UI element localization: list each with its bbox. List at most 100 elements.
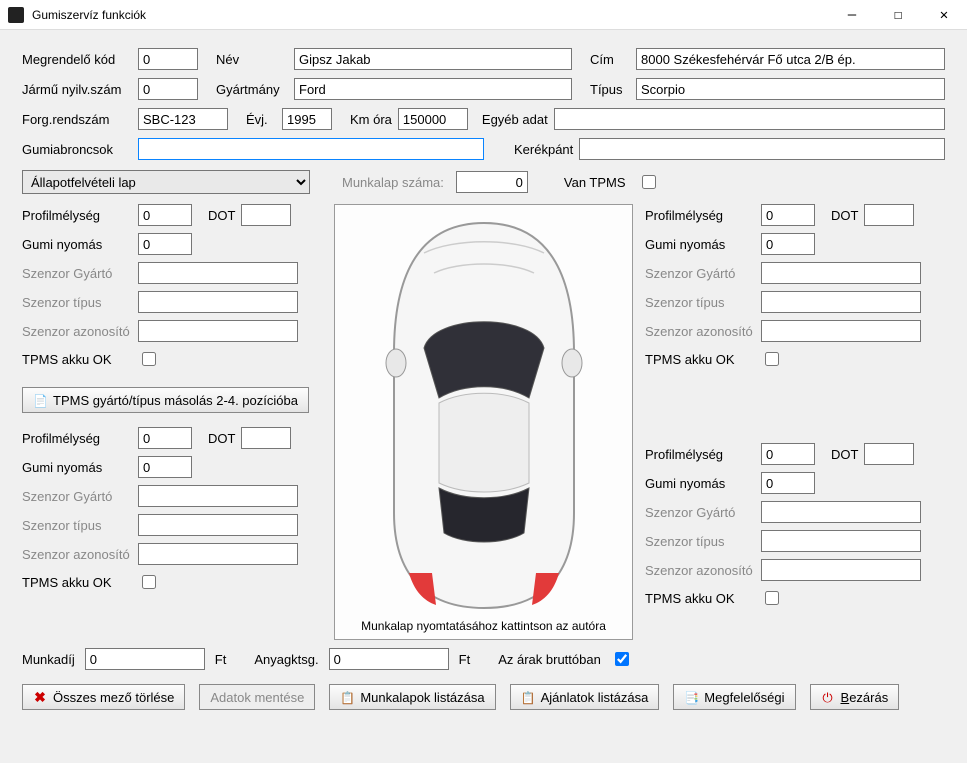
fr-dot-label: DOT bbox=[831, 208, 858, 223]
fl-tread-label: Profilmélység bbox=[22, 208, 132, 223]
vehicle-regno-input[interactable] bbox=[138, 78, 198, 100]
rr-batt-checkbox[interactable] bbox=[765, 591, 779, 605]
type-label: Típus bbox=[590, 82, 630, 97]
order-code-input[interactable] bbox=[138, 48, 198, 70]
app-icon bbox=[8, 7, 24, 23]
fl-batt-checkbox[interactable] bbox=[142, 352, 156, 366]
titlebar: Gumiszervíz funkciók — ☐ ✕ bbox=[0, 0, 967, 30]
form-body: Megrendelő kód Név Cím Jármű nyilv.szám … bbox=[0, 30, 967, 724]
costs-row: Munkadíj Ft Anyagktsg. Ft Az árak bruttó… bbox=[22, 648, 945, 670]
worksheet-no-input[interactable] bbox=[456, 171, 528, 193]
fl-stype-label: Szenzor típus bbox=[22, 295, 132, 310]
fr-smaker-label: Szenzor Gyártó bbox=[645, 266, 755, 281]
order-code-label: Megrendelő kód bbox=[22, 52, 132, 67]
make-input[interactable] bbox=[294, 78, 572, 100]
copy-tpms-button[interactable]: TPMS gyártó/típus másolás 2-4. pozícióba bbox=[22, 387, 309, 413]
fr-batt-checkbox[interactable] bbox=[765, 352, 779, 366]
fl-smaker-input[interactable] bbox=[138, 262, 298, 284]
rl-tread-input[interactable] bbox=[138, 427, 192, 449]
minimize-button[interactable]: — bbox=[829, 0, 875, 30]
fr-sid-input[interactable] bbox=[761, 320, 921, 342]
rr-smaker-input[interactable] bbox=[761, 501, 921, 523]
close-window-button[interactable]: ✕ bbox=[921, 0, 967, 30]
gross-checkbox[interactable] bbox=[615, 652, 629, 666]
list-icon bbox=[521, 690, 535, 704]
rl-sid-input[interactable] bbox=[138, 543, 298, 565]
rl-stype-input[interactable] bbox=[138, 514, 298, 536]
year-input[interactable] bbox=[282, 108, 332, 130]
bottom-button-bar: ✖ Összes mező törlése Adatok mentése Mun… bbox=[22, 684, 945, 710]
sheet-row: Állapotfelvételi lap Munkalap száma: Van… bbox=[22, 170, 945, 194]
rl-batt-label: TPMS akku OK bbox=[22, 575, 132, 590]
left-tire-col: Profilmélység DOT Gumi nyomás Szenzor Gy… bbox=[22, 204, 322, 640]
fr-stype-input[interactable] bbox=[761, 291, 921, 313]
tires-label: Gumiabroncsok bbox=[22, 142, 132, 157]
name-input[interactable] bbox=[294, 48, 572, 70]
rr-pressure-label: Gumi nyomás bbox=[645, 476, 755, 491]
tire-block-fl: Profilmélység DOT Gumi nyomás Szenzor Gy… bbox=[22, 204, 322, 369]
list-offers-button[interactable]: Ajánlatok listázása bbox=[510, 684, 660, 710]
rl-batt-checkbox[interactable] bbox=[142, 575, 156, 589]
km-input[interactable] bbox=[398, 108, 468, 130]
rim-label: Kerékpánt bbox=[514, 142, 573, 157]
compliance-button[interactable]: Megfelelőségi bbox=[673, 684, 795, 710]
material-input[interactable] bbox=[329, 648, 449, 670]
has-tpms-label: Van TPMS bbox=[564, 175, 626, 190]
fr-tread-label: Profilmélység bbox=[645, 208, 755, 223]
rr-tread-input[interactable] bbox=[761, 443, 815, 465]
plate-label: Forg.rendszám bbox=[22, 112, 132, 127]
fl-pressure-input[interactable] bbox=[138, 233, 192, 255]
fl-stype-input[interactable] bbox=[138, 291, 298, 313]
vehicle-regno-label: Jármű nyilv.szám bbox=[22, 82, 132, 97]
rr-pressure-input[interactable] bbox=[761, 472, 815, 494]
save-label: Adatok mentése bbox=[210, 690, 304, 705]
fl-dot-label: DOT bbox=[208, 208, 235, 223]
fr-smaker-input[interactable] bbox=[761, 262, 921, 284]
list-worksheets-button[interactable]: Munkalapok listázása bbox=[329, 684, 495, 710]
fr-pressure-input[interactable] bbox=[761, 233, 815, 255]
rl-pressure-input[interactable] bbox=[138, 456, 192, 478]
rr-tread-label: Profilmélység bbox=[645, 447, 755, 462]
type-input[interactable] bbox=[636, 78, 945, 100]
rr-dot-input[interactable] bbox=[864, 443, 914, 465]
fl-tread-input[interactable] bbox=[138, 204, 192, 226]
fl-dot-input[interactable] bbox=[241, 204, 291, 226]
compliance-label: Megfelelőségi bbox=[704, 690, 784, 705]
fr-stype-label: Szenzor típus bbox=[645, 295, 755, 310]
worksheet-no-label: Munkalap száma: bbox=[342, 175, 444, 190]
car-panel[interactable]: Munkalap nyomtatásához kattintson az aut… bbox=[334, 204, 633, 640]
has-tpms-checkbox[interactable] bbox=[642, 175, 656, 189]
labor-input[interactable] bbox=[85, 648, 205, 670]
list-worksheets-label: Munkalapok listázása bbox=[360, 690, 484, 705]
rr-dot-label: DOT bbox=[831, 447, 858, 462]
tire-quad-area: Profilmélység DOT Gumi nyomás Szenzor Gy… bbox=[22, 204, 945, 640]
rl-dot-label: DOT bbox=[208, 431, 235, 446]
fr-batt-label: TPMS akku OK bbox=[645, 352, 755, 367]
tires-input[interactable] bbox=[138, 138, 484, 160]
maximize-button[interactable]: ☐ bbox=[875, 0, 921, 30]
material-label: Anyagktsg. bbox=[254, 652, 318, 667]
fr-pressure-label: Gumi nyomás bbox=[645, 237, 755, 252]
save-button[interactable]: Adatok mentése bbox=[199, 684, 315, 710]
clear-all-button[interactable]: ✖ Összes mező törlése bbox=[22, 684, 185, 710]
fr-dot-input[interactable] bbox=[864, 204, 914, 226]
rr-sid-input[interactable] bbox=[761, 559, 921, 581]
close-button[interactable]: Bezárás bbox=[810, 684, 900, 710]
fr-sid-label: Szenzor azonosító bbox=[645, 324, 755, 339]
rl-smaker-input[interactable] bbox=[138, 485, 298, 507]
fl-sid-input[interactable] bbox=[138, 320, 298, 342]
list-offers-label: Ajánlatok listázása bbox=[541, 690, 649, 705]
address-input[interactable] bbox=[636, 48, 945, 70]
sheet-select[interactable]: Állapotfelvételi lap bbox=[22, 170, 310, 194]
tire-block-fr: Profilmélység DOT Gumi nyomás Szenzor Gy… bbox=[645, 204, 945, 369]
rl-dot-input[interactable] bbox=[241, 427, 291, 449]
rr-stype-input[interactable] bbox=[761, 530, 921, 552]
rim-input[interactable] bbox=[579, 138, 945, 160]
rr-stype-label: Szenzor típus bbox=[645, 534, 755, 549]
name-label: Név bbox=[216, 52, 288, 67]
rl-pressure-label: Gumi nyomás bbox=[22, 460, 132, 475]
fr-tread-input[interactable] bbox=[761, 204, 815, 226]
x-icon: ✖ bbox=[33, 690, 47, 704]
plate-input[interactable] bbox=[138, 108, 228, 130]
other-input[interactable] bbox=[554, 108, 945, 130]
